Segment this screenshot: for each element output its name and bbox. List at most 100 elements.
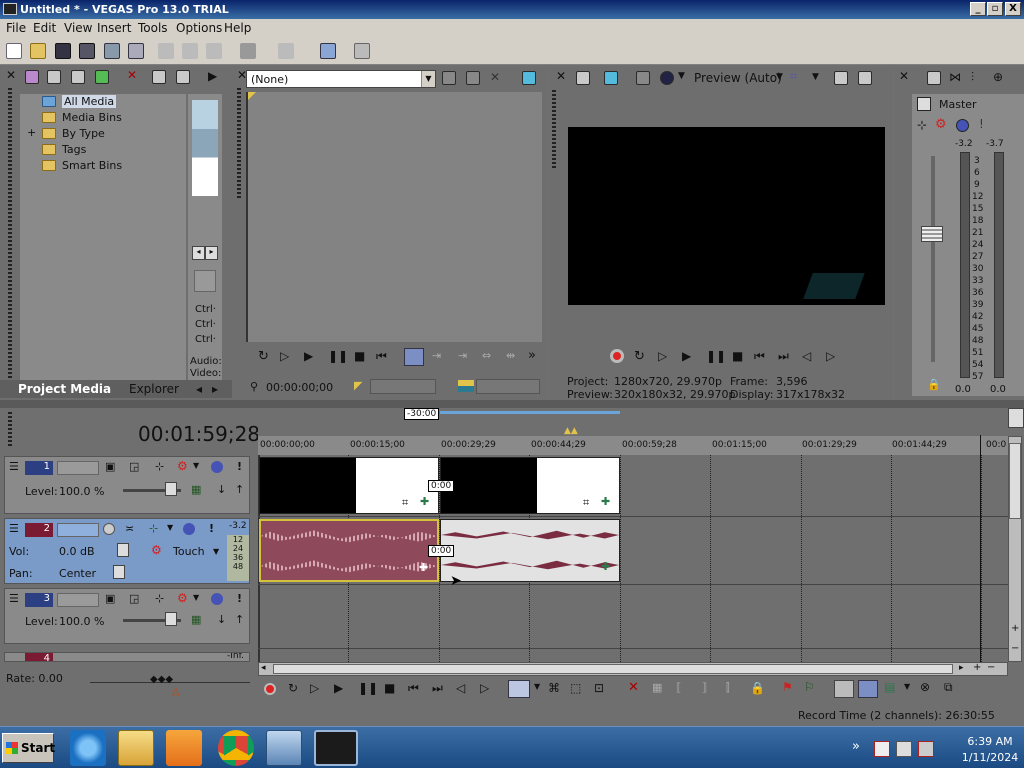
track-fx-gear-icon[interactable]: ⚙: [177, 459, 188, 473]
start-button[interactable]: Start: [2, 733, 55, 763]
master-mute-icon[interactable]: [956, 119, 969, 132]
internet-explorer-icon[interactable]: [70, 730, 106, 766]
previous-frame-icon[interactable]: ◁: [802, 349, 811, 363]
master-gear-icon[interactable]: ⚙: [935, 117, 947, 132]
cursor-time[interactable]: 00:01:59;28: [138, 422, 260, 446]
expand-lane-icon[interactable]: ↑: [235, 483, 244, 496]
go-to-end-icon[interactable]: ⏭: [432, 681, 443, 696]
clip-fx-icon[interactable]: ✚: [601, 495, 610, 508]
properties-icon[interactable]: [128, 43, 144, 59]
refresh-icon[interactable]: [95, 70, 109, 84]
automation-gear-icon[interactable]: ⚙: [151, 543, 162, 557]
track-motion-icon[interactable]: ⊹: [155, 592, 164, 605]
chevron-down-icon[interactable]: ▼: [534, 682, 540, 691]
trimmer-clear-icon[interactable]: ✕: [490, 70, 500, 84]
mute-icon[interactable]: [211, 461, 223, 473]
split-screen-icon[interactable]: [636, 71, 650, 85]
delete-icon[interactable]: ✕: [628, 680, 639, 695]
region-icon[interactable]: ⚐: [804, 680, 815, 694]
master-fader-handle[interactable]: [921, 226, 943, 242]
import-media-icon[interactable]: [25, 70, 39, 84]
chevron-down-icon[interactable]: ▼: [812, 72, 819, 82]
stop-icon[interactable]: ■: [732, 349, 743, 363]
zoom-out-icon[interactable]: −: [1011, 643, 1019, 654]
selection-tool-icon[interactable]: ⬚: [570, 681, 581, 695]
level-slider-handle[interactable]: [165, 482, 177, 496]
split-icon[interactable]: ⫿: [726, 681, 730, 695]
pause-icon[interactable]: ❚❚: [706, 349, 726, 363]
preview-close-icon[interactable]: ✕: [556, 69, 566, 83]
track-header-audio-4[interactable]: 4 -Inf.: [4, 652, 250, 662]
trimmer-preview-icon[interactable]: [522, 71, 536, 85]
audio-clip-2[interactable]: ✚: [440, 519, 620, 582]
chevron-down-icon[interactable]: ▼: [193, 461, 199, 470]
menu-help[interactable]: Help: [224, 21, 251, 35]
pause-icon[interactable]: ❚❚: [328, 349, 348, 363]
compositing-mode-icon[interactable]: ▣: [105, 592, 115, 605]
mixer-properties-icon[interactable]: [927, 71, 941, 85]
track-name-field[interactable]: [57, 523, 99, 537]
edit-tool-icon[interactable]: [320, 43, 336, 59]
tab-scroll-right-icon[interactable]: ▸: [212, 382, 218, 396]
trimmer-selection-field[interactable]: [370, 379, 436, 394]
panel-close-icon[interactable]: ✕: [6, 68, 16, 82]
arm-icon[interactable]: ↓: [217, 613, 226, 626]
tree-item-smart-bins[interactable]: Smart Bins: [20, 158, 186, 174]
menu-options[interactable]: Options: [176, 21, 222, 35]
playhead[interactable]: [980, 435, 981, 662]
zoom-out-icon[interactable]: −: [987, 662, 995, 673]
tree-item-tags[interactable]: Tags: [20, 142, 186, 158]
add-to-timeline-icon[interactable]: ⇥: [432, 349, 441, 362]
loop-region-bar[interactable]: [440, 411, 620, 414]
trim-icon[interactable]: ▦: [652, 681, 662, 694]
master-fx-chain-icon[interactable]: ⊹: [917, 118, 927, 132]
scrollbar-thumb[interactable]: [1009, 443, 1021, 519]
render-as-icon[interactable]: [104, 43, 120, 59]
go-to-start-icon[interactable]: ⏮: [376, 349, 387, 364]
auto-crossfade-icon[interactable]: [858, 680, 878, 698]
envelope-tool-icon[interactable]: ⌘: [548, 681, 560, 695]
save-icon[interactable]: [55, 43, 71, 59]
track-fx-gear-icon[interactable]: ⚙: [177, 591, 188, 605]
make-compositing-child-icon[interactable]: ◲: [129, 460, 139, 473]
media-thumbnail[interactable]: [192, 100, 218, 196]
rate-slider-handle[interactable]: ◆◆◆: [150, 674, 173, 685]
crop-icon[interactable]: ⌗: [583, 496, 589, 510]
chevron-down-icon[interactable]: ▼: [678, 71, 685, 81]
panel-splitter[interactable]: [0, 400, 1024, 408]
next-frame-icon[interactable]: ▷: [826, 349, 835, 363]
ripple-edit-icon[interactable]: ▤: [884, 680, 895, 694]
cut-icon[interactable]: [158, 43, 174, 59]
invert-phase-icon[interactable]: ≍: [125, 522, 134, 535]
normal-edit-tool-icon[interactable]: [508, 680, 530, 698]
minimize-button[interactable]: _: [970, 2, 986, 16]
timeline-ruler[interactable]: 00:00:00;00 00:00:15;00 00:00:29;29 00:0…: [258, 436, 1008, 456]
expand-lane-icon[interactable]: ↑: [235, 613, 244, 626]
stop-icon[interactable]: ■: [384, 681, 395, 695]
automation-settings-icon[interactable]: ▦: [191, 483, 201, 496]
previous-frame-icon[interactable]: ◁: [456, 681, 465, 695]
loop-region-markers-icon[interactable]: ▲▲: [564, 426, 578, 436]
clock-date[interactable]: 1/11/2024: [960, 751, 1020, 764]
video-clip-1[interactable]: ⌗ ✚: [259, 457, 439, 514]
menu-file[interactable]: File: [6, 21, 26, 35]
automation-mode[interactable]: Touch: [173, 545, 205, 558]
play-icon[interactable]: ▶: [682, 349, 691, 363]
lock-icon[interactable]: 🔒: [927, 378, 941, 391]
save-snapshot-icon[interactable]: [858, 71, 872, 85]
snapping-icon[interactable]: [834, 680, 854, 698]
track-name-field[interactable]: [57, 593, 99, 607]
compositing-mode-icon[interactable]: ▣: [105, 460, 115, 473]
new-icon[interactable]: [6, 43, 22, 59]
video-preview-screen[interactable]: [568, 127, 885, 305]
master-solo-icon[interactable]: !: [979, 117, 984, 131]
timeline-tracks[interactable]: ⌗ ✚ ⌗ ✚ 0:00 ✚ ✚ 0:00 ➤: [258, 435, 1008, 662]
restore-button[interactable]: ▫: [987, 2, 1003, 16]
capture-video-icon[interactable]: [47, 70, 61, 84]
audio-clip-1[interactable]: ✚: [259, 519, 439, 582]
more-icon[interactable]: »: [528, 348, 536, 363]
network-icon[interactable]: [896, 741, 912, 757]
ignore-grouping-icon[interactable]: ⧉: [944, 680, 953, 695]
track-header-video-1[interactable]: ☰ 1 ▣ ◲ ⊹ ⚙ ▼ ! Level: 100.0 % ▦ ↓ ↑: [4, 456, 250, 514]
chevron-down-icon[interactable]: ▼: [904, 682, 910, 691]
